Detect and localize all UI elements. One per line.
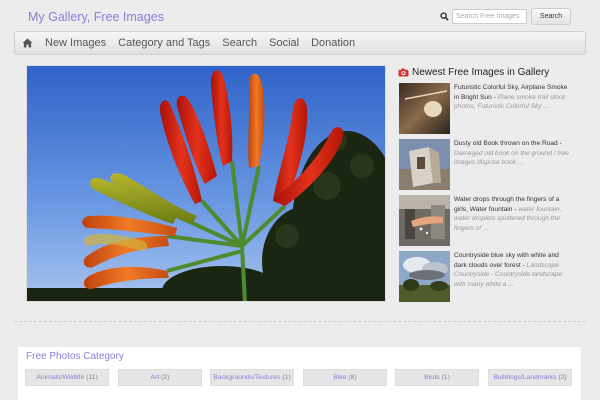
nav-social[interactable]: Social — [263, 32, 305, 54]
post-description: Damaged old book on the ground / free im… — [454, 149, 569, 167]
post-thumbnail[interactable] — [399, 139, 450, 190]
countryside-sky-thumbnail — [399, 251, 450, 302]
section-divider — [14, 321, 586, 322]
search-form: Search — [440, 8, 571, 25]
nav-search[interactable]: Search — [216, 32, 263, 54]
post-title[interactable]: Dusty old Book thrown on the Road — [454, 140, 558, 147]
sidebar-heading: Newest Free Images in Gallery — [398, 66, 578, 79]
chili-peppers-photo — [27, 66, 385, 301]
newest-images-sidebar: Newest Free Images in Gallery Futuristic… — [398, 66, 578, 302]
category-name[interactable]: Buildings/Landmarks — [493, 374, 556, 381]
category-name[interactable]: Bike — [333, 374, 346, 381]
post-item[interactable]: Dusty old Book thrown on the Road - Dama… — [398, 139, 578, 191]
search-icon — [440, 12, 449, 21]
category-count: (2) — [558, 374, 567, 381]
category-count: (1) — [282, 374, 291, 381]
category-panel: Free Photos Category Animals/Wildlife (1… — [18, 347, 581, 400]
nav-new-images[interactable]: New Images — [39, 32, 112, 54]
search-button[interactable]: Search — [531, 8, 571, 25]
post-text: Water drops through the fingers of a gir… — [454, 195, 572, 233]
category-item-bike[interactable]: Bike (8) — [303, 369, 387, 386]
nav-home[interactable] — [17, 32, 37, 54]
sidebar-heading-text: Newest Free Images in Gallery — [412, 67, 550, 78]
category-name[interactable]: Birds — [424, 374, 440, 381]
old-book-thumbnail — [399, 139, 450, 190]
nav-category-and-tags[interactable]: Category and Tags — [112, 32, 216, 54]
post-thumbnail[interactable] — [399, 83, 450, 134]
category-item-birds[interactable]: Birds (1) — [395, 369, 479, 386]
category-name[interactable]: Animals/Wildlife — [36, 374, 84, 381]
category-item-animals-wildlife[interactable]: Animals/Wildlife (11) — [25, 369, 109, 386]
category-count: (8) — [348, 374, 357, 381]
post-item[interactable]: Futuristic Colorful Sky, Airplane Smoke … — [398, 83, 578, 135]
post-text: Countryside blue sky with white and dark… — [454, 251, 572, 289]
post-item[interactable]: Countryside blue sky with white and dark… — [398, 251, 578, 303]
post-item[interactable]: Water drops through the fingers of a gir… — [398, 195, 578, 247]
category-title: Free Photos Category — [26, 351, 124, 362]
home-icon — [22, 38, 32, 48]
category-item-art[interactable]: Art (2) — [118, 369, 202, 386]
featured-image[interactable] — [26, 65, 386, 302]
category-count: (1) — [441, 374, 450, 381]
camera-icon — [398, 68, 409, 77]
category-name[interactable]: Backgrounds/Textures — [213, 374, 280, 381]
sky-smoke-thumbnail — [399, 83, 450, 134]
water-drops-thumbnail — [399, 195, 450, 246]
site-title[interactable]: My Gallery, Free Images — [28, 10, 164, 24]
main-navbar: New Images Category and Tags Search Soci… — [14, 31, 586, 55]
post-text: Futuristic Colorful Sky, Airplane Smoke … — [454, 83, 572, 112]
category-count: (2) — [161, 374, 170, 381]
post-thumbnail[interactable] — [399, 195, 450, 246]
search-input[interactable] — [452, 9, 527, 24]
post-thumbnail[interactable] — [399, 251, 450, 302]
category-item-buildings-landmarks[interactable]: Buildings/Landmarks (2) — [488, 369, 572, 386]
post-text: Dusty old Book thrown on the Road - Dama… — [454, 139, 572, 168]
post-separator: - — [557, 140, 562, 147]
category-count: (11) — [86, 374, 98, 381]
nav-donation[interactable]: Donation — [305, 32, 361, 54]
category-name[interactable]: Art — [151, 374, 160, 381]
category-item-backgrounds-textures[interactable]: Backgrounds/Textures (1) — [210, 369, 294, 386]
